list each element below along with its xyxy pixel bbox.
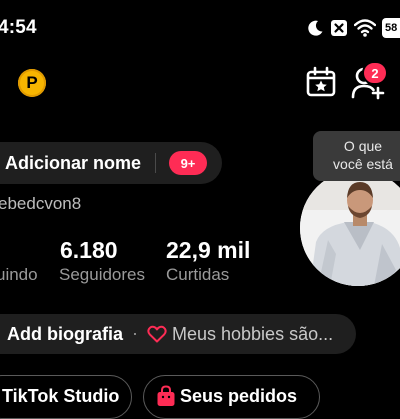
coin-icon[interactable]: P bbox=[18, 69, 46, 97]
bio-separator: · bbox=[132, 323, 138, 343]
tooltip-line-2: você está bbox=[333, 156, 393, 172]
orders-label: Seus pedidos bbox=[180, 386, 298, 406]
status-tooltip[interactable]: O que você está bbox=[313, 131, 400, 181]
name-count-badge: 9+ bbox=[169, 151, 207, 175]
tooltip-line-1: O que bbox=[343, 138, 383, 154]
status-icons: 58 bbox=[306, 17, 400, 39]
username: ebedcvon8 bbox=[0, 194, 82, 213]
calendar-star-icon[interactable] bbox=[305, 66, 337, 98]
coin-letter: P bbox=[26, 73, 38, 92]
tiktok-studio-button[interactable]: TikTok Studio bbox=[0, 375, 132, 419]
pill-divider bbox=[155, 153, 156, 173]
add-bio-label: Add biografia bbox=[7, 324, 123, 344]
add-name-label: Adicionar nome bbox=[5, 153, 142, 173]
tiktok-studio-label: TikTok Studio bbox=[2, 386, 120, 406]
shopping-bag-icon bbox=[157, 385, 175, 406]
stat-likes-value[interactable]: 22,9 mil bbox=[166, 237, 250, 264]
battery-indicator: 58 bbox=[382, 18, 400, 38]
heart-icon bbox=[147, 325, 167, 343]
stat-following-label[interactable]: uindo bbox=[0, 265, 38, 285]
stat-followers-label[interactable]: Seguidores bbox=[59, 265, 145, 285]
stat-likes-label[interactable]: Curtidas bbox=[166, 265, 229, 285]
close-notification-icon bbox=[331, 20, 347, 36]
stat-followers-value[interactable]: 6.180 bbox=[60, 237, 118, 264]
add-name-button[interactable]: Adicionar nome 9+ bbox=[0, 142, 222, 184]
notification-badge: 2 bbox=[362, 61, 388, 85]
add-bio-button[interactable]: Add biografia · Meus hobbies são... bbox=[0, 314, 356, 354]
hobbies-prompt: Meus hobbies são... bbox=[172, 324, 334, 344]
moon-icon bbox=[308, 20, 323, 36]
wifi-icon bbox=[354, 19, 376, 37]
avatar[interactable] bbox=[300, 170, 400, 286]
avatar-photo bbox=[300, 170, 400, 286]
orders-button[interactable]: Seus pedidos bbox=[143, 375, 320, 419]
status-time: 4:54 bbox=[0, 17, 37, 38]
